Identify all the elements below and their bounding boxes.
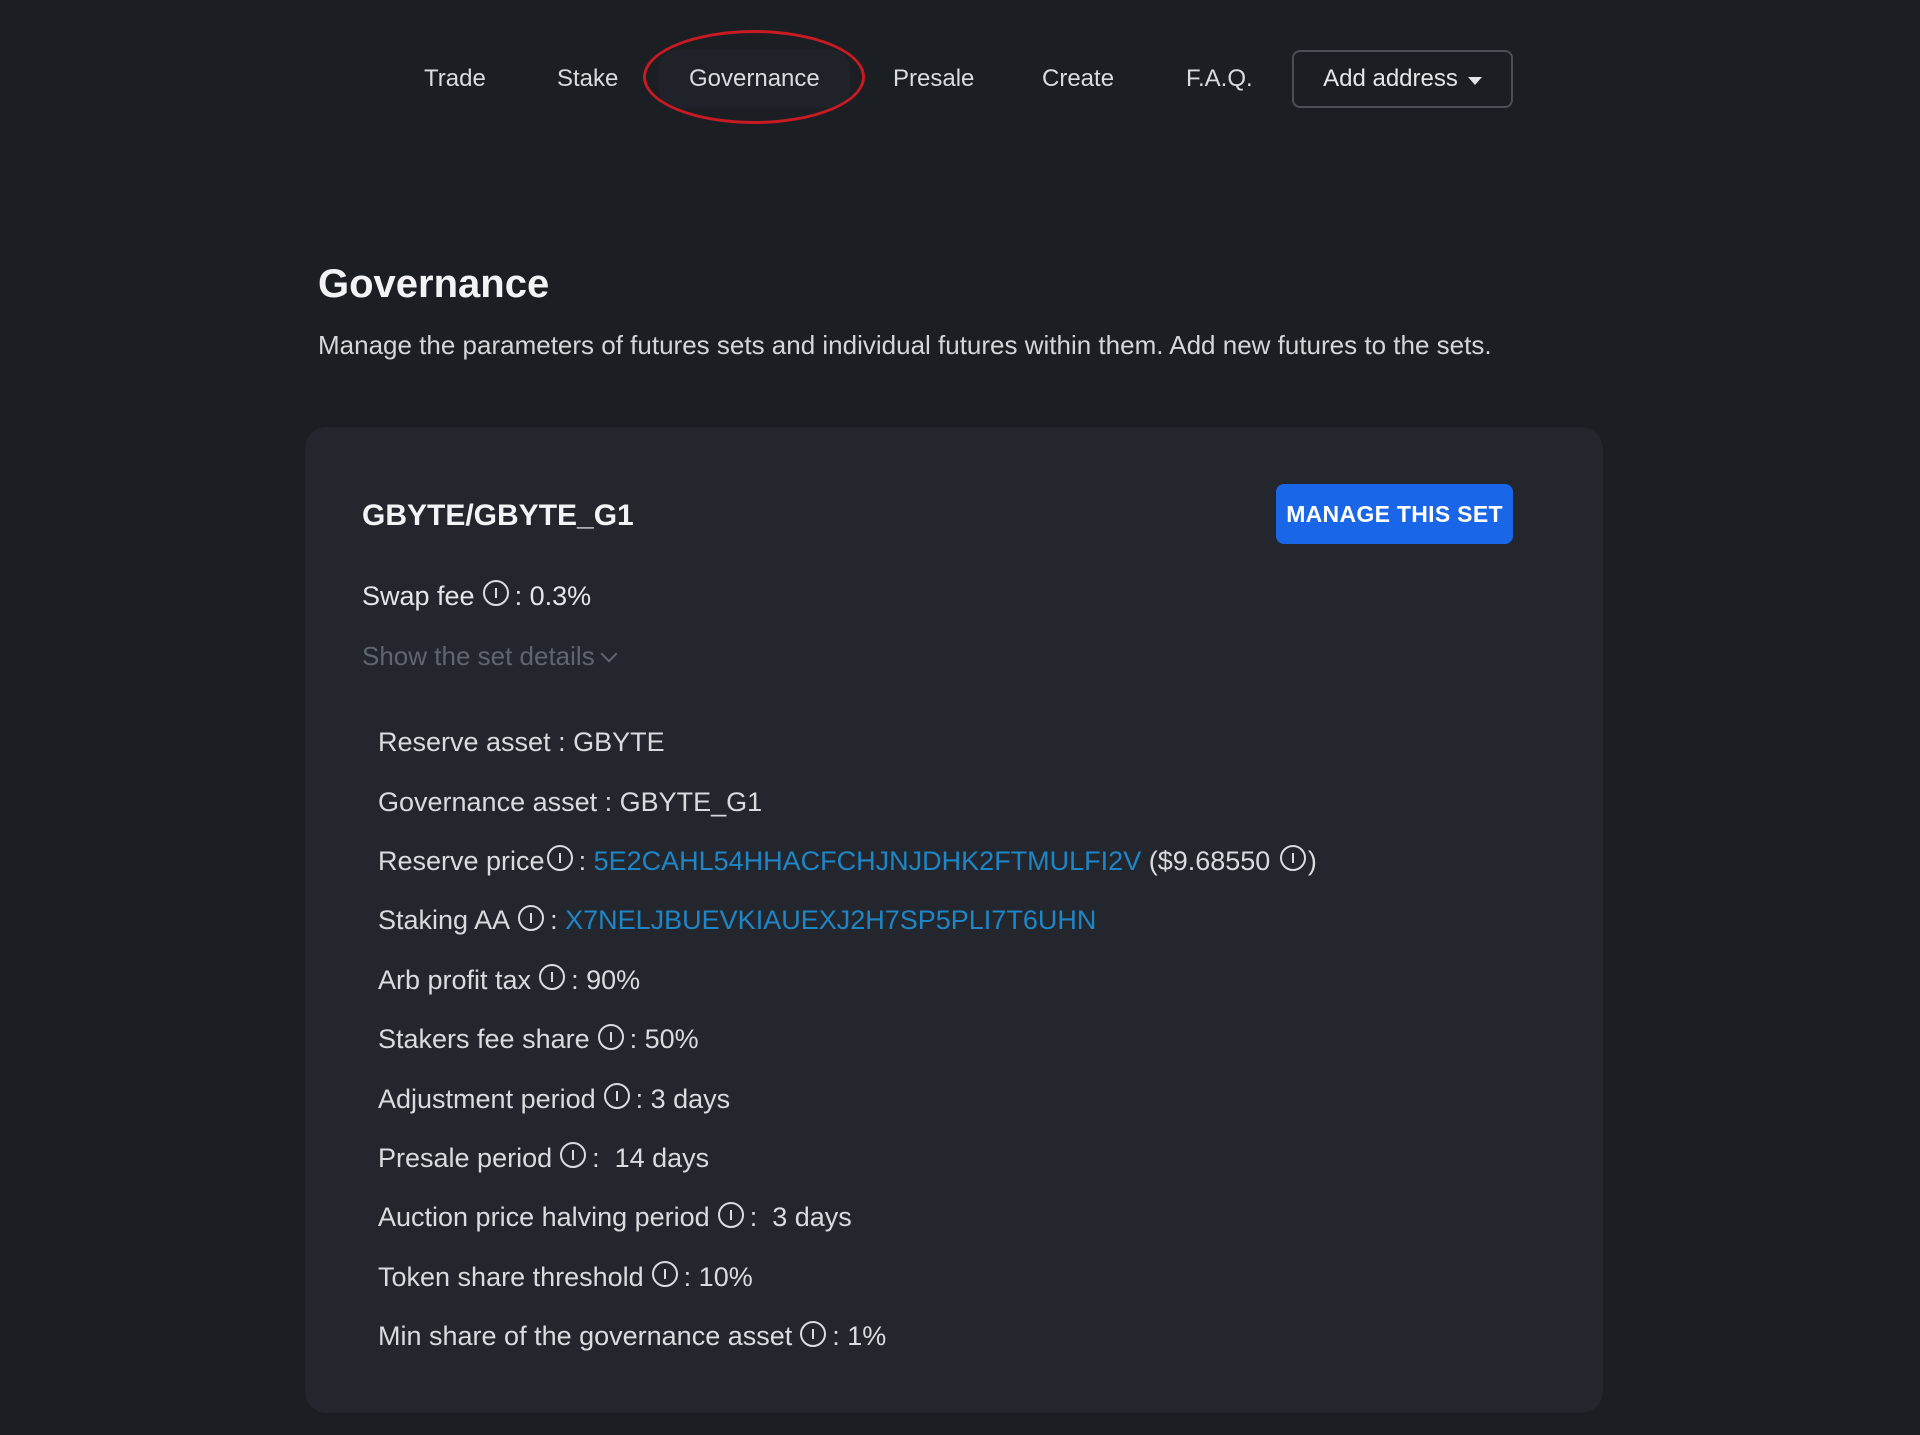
info-icon[interactable] <box>539 964 566 991</box>
stakers-fee-share-row: Stakers fee share : 50% <box>378 1010 1317 1069</box>
min-share-label: Min share of the governance asset <box>378 1321 793 1352</box>
info-icon[interactable] <box>651 1261 678 1288</box>
swap-fee-row: Swap fee : 0.3% <box>362 580 591 612</box>
info-icon[interactable] <box>800 1320 827 1347</box>
adjustment-period-row: Adjustment period : 3 days <box>378 1069 1317 1128</box>
nav-stake[interactable]: Stake <box>557 50 618 108</box>
info-icon[interactable] <box>518 904 545 931</box>
set-name: GBYTE/GBYTE_G1 <box>362 499 634 532</box>
show-details-label: Show the set details <box>362 641 595 671</box>
manage-set-button[interactable]: MANAGE THIS SET <box>1276 484 1513 544</box>
set-card: GBYTE/GBYTE_G1 MANAGE THIS SET Swap fee … <box>305 427 1603 1413</box>
min-share-row: Min share of the governance asset : 1% <box>378 1307 1317 1366</box>
staking-aa-label: Staking AA <box>378 905 511 936</box>
reserve-asset-text: Reserve asset : GBYTE <box>378 727 665 758</box>
info-icon[interactable] <box>597 1023 624 1050</box>
reserve-price-oracle-link[interactable]: 5E2CAHL54HHACFCHJNJDHK2FTMULFI2V <box>594 846 1142 877</box>
nav-create[interactable]: Create <box>1042 50 1114 108</box>
reserve-price-row: Reserve price : 5E2CAHL54HHACFCHJNJDHK2F… <box>378 832 1317 891</box>
reserve-price-close: ) <box>1307 845 1317 876</box>
staking-aa-link[interactable]: X7NELJBUEVKIAUEXJ2H7SP5PLI7T6UHN <box>565 905 1096 936</box>
presale-period-row: Presale period : 14 days <box>378 1129 1317 1188</box>
show-details-toggle[interactable]: Show the set details <box>362 641 618 672</box>
arb-profit-tax-label: Arb profit tax <box>378 964 532 995</box>
chevron-down-icon <box>600 645 618 662</box>
min-share-value: : 1% <box>832 1321 887 1352</box>
reserve-asset-row: Reserve asset : GBYTE <box>378 713 1317 772</box>
info-icon[interactable] <box>482 580 509 606</box>
add-address-label: Add address <box>1323 65 1458 92</box>
token-share-threshold-row: Token share threshold : 10% <box>378 1248 1317 1307</box>
presale-period-value: : 14 days <box>592 1142 710 1173</box>
auction-halving-row: Auction price halving period : 3 days <box>378 1188 1317 1247</box>
reserve-price-label: Reserve price <box>378 845 545 876</box>
swap-fee-value: : 0.3% <box>514 580 592 611</box>
info-icon[interactable] <box>560 1142 587 1169</box>
adjustment-period-value: : 3 days <box>635 1083 731 1114</box>
governance-asset-text: Governance asset : GBYTE_G1 <box>378 786 763 817</box>
arb-profit-tax-row: Arb profit tax : 90% <box>378 951 1317 1010</box>
nav-presale[interactable]: Presale <box>893 50 974 108</box>
nav-governance[interactable]: Governance <box>659 50 850 108</box>
token-share-threshold-label: Token share threshold <box>378 1261 644 1292</box>
nav-faq[interactable]: F.A.Q. <box>1186 50 1253 108</box>
add-address-button[interactable]: Add address <box>1292 50 1513 108</box>
arb-profit-tax-value: : 90% <box>571 964 641 995</box>
page: Trade Stake Governance Presale Create F.… <box>0 0 1920 1435</box>
top-nav: Trade Stake Governance Presale Create F.… <box>0 50 1920 108</box>
presale-period-label: Presale period <box>378 1142 553 1173</box>
info-icon[interactable] <box>546 845 573 872</box>
caret-down-icon <box>1467 76 1482 85</box>
staking-aa-colon: : <box>550 905 566 936</box>
nav-trade[interactable]: Trade <box>424 50 486 108</box>
page-title: Governance <box>318 262 550 306</box>
swap-fee-label: Swap fee <box>362 580 475 611</box>
page-description: Manage the parameters of futures sets an… <box>318 330 1492 360</box>
adjustment-period-label: Adjustment period <box>378 1083 596 1114</box>
reserve-price-usd: ($9.68550 <box>1141 845 1278 876</box>
token-share-threshold-value: : 10% <box>683 1261 753 1292</box>
set-details: Reserve asset : GBYTE Governance asset :… <box>378 713 1317 1366</box>
auction-halving-value: : 3 days <box>749 1202 852 1233</box>
stakers-fee-share-value: : 50% <box>629 1024 699 1055</box>
governance-asset-row: Governance asset : GBYTE_G1 <box>378 772 1317 831</box>
staking-aa-row: Staking AA : X7NELJBUEVKIAUEXJ2H7SP5PLI7… <box>378 891 1317 950</box>
info-icon[interactable] <box>717 1201 744 1228</box>
auction-halving-label: Auction price halving period <box>378 1202 710 1233</box>
reserve-price-colon: : <box>578 845 594 876</box>
info-icon[interactable] <box>603 1083 630 1110</box>
stakers-fee-share-label: Stakers fee share <box>378 1024 590 1055</box>
info-icon[interactable] <box>1279 845 1306 872</box>
